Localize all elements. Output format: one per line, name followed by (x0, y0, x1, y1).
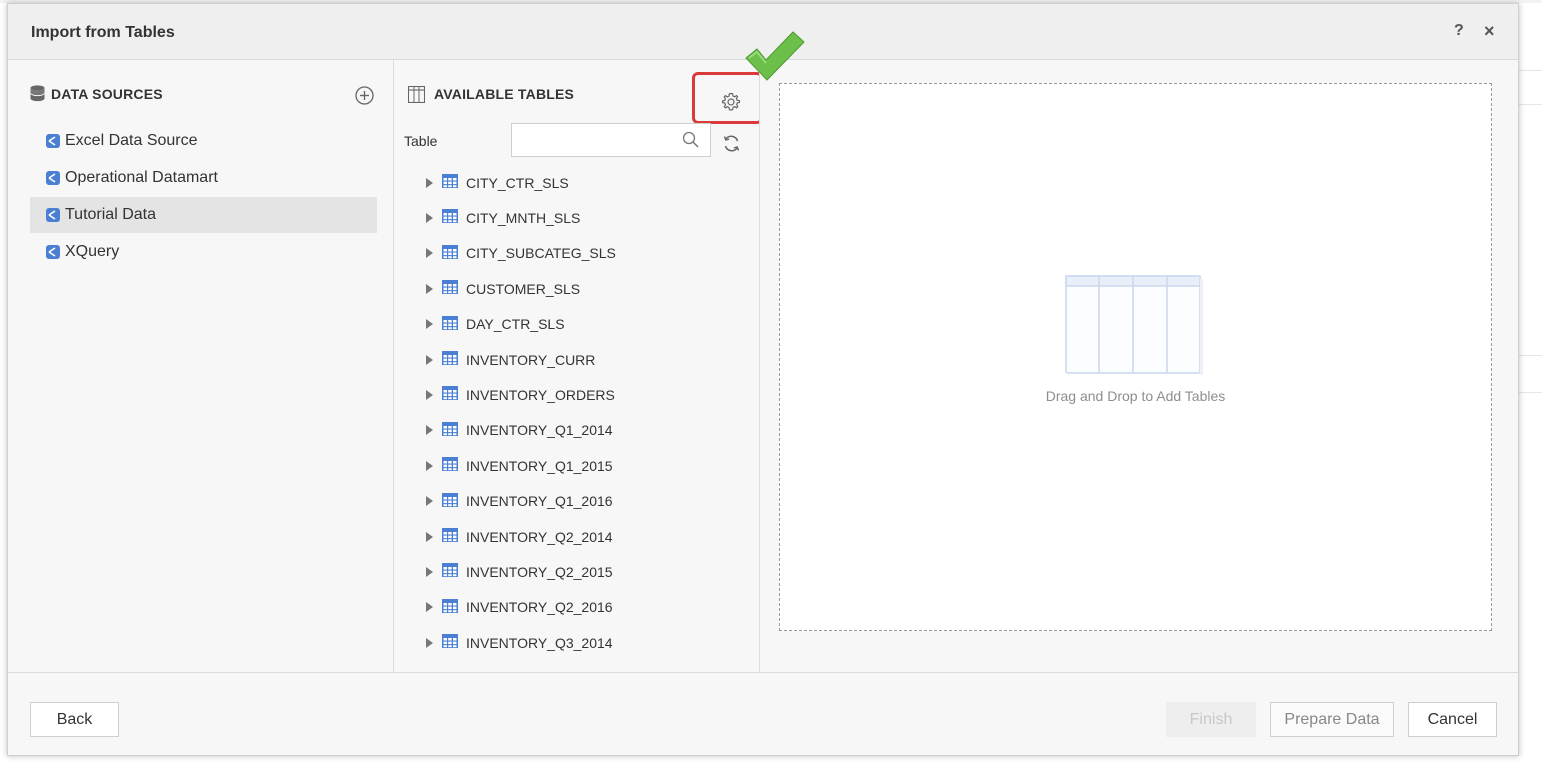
expand-arrow-icon[interactable] (426, 177, 433, 188)
table-icon (442, 457, 458, 474)
back-button[interactable]: Back (30, 702, 119, 737)
footer-divider (8, 672, 1518, 673)
expand-arrow-icon[interactable] (426, 283, 433, 294)
background-divider (1519, 355, 1542, 356)
table-name: INVENTORY_Q1_2015 (466, 457, 613, 474)
table-name: INVENTORY_ORDERS (466, 386, 615, 403)
table-icon (442, 492, 458, 510)
data-source-label: Tutorial Data (65, 206, 156, 223)
data-source-item-tutorial-data[interactable]: Tutorial Data (30, 197, 377, 233)
table-icon (442, 386, 458, 403)
expand-arrow-icon[interactable] (426, 531, 433, 542)
table-icon (442, 280, 458, 297)
help-button[interactable]: ? (1454, 22, 1464, 40)
table-name: INVENTORY_Q2_2016 (466, 599, 613, 616)
table-name: DAY_CTR_SLS (466, 316, 565, 333)
datasource-icon (46, 208, 60, 222)
data-source-label: Operational Datamart (65, 169, 218, 186)
table-row[interactable]: INVENTORY_Q2_2014 (394, 519, 759, 554)
available-tables-heading: AVAILABLE TABLES (434, 86, 575, 102)
data-source-label: XQuery (65, 243, 120, 260)
table-search-input[interactable] (511, 123, 711, 157)
table-name: CITY_CTR_SLS (466, 174, 569, 191)
table-row[interactable]: INVENTORY_Q3_2014 (394, 625, 759, 652)
expand-arrow-icon[interactable] (426, 602, 433, 613)
table-name: INVENTORY_Q1_2014 (466, 422, 613, 439)
data-sources-heading: DATA SOURCES (51, 86, 163, 102)
add-data-source-icon[interactable] (355, 86, 374, 110)
finish-button[interactable]: Finish (1166, 702, 1256, 737)
table-icon (442, 563, 458, 580)
table-icon (442, 174, 458, 191)
data-source-item-operational-datamart[interactable]: Operational Datamart (30, 160, 377, 196)
datasource-icon (46, 171, 60, 185)
expand-arrow-icon[interactable] (426, 354, 433, 365)
background-divider (1519, 70, 1542, 71)
expand-arrow-icon[interactable] (426, 460, 433, 471)
table-row[interactable]: DAY_CTR_SLS (394, 307, 759, 342)
table-name: INVENTORY_Q2_2015 (466, 563, 613, 580)
table-row[interactable]: INVENTORY_Q2_2015 (394, 554, 759, 589)
drop-zone-hint: Drag and Drop to Add Tables (1045, 388, 1226, 404)
expand-arrow-icon[interactable] (426, 425, 433, 436)
table-name: INVENTORY_CURR (466, 351, 596, 368)
expand-arrow-icon[interactable] (426, 637, 433, 648)
expand-arrow-icon[interactable] (426, 319, 433, 330)
expand-arrow-icon[interactable] (426, 212, 433, 223)
data-source-item-excel[interactable]: Excel Data Source (30, 123, 377, 159)
table-icon (442, 209, 458, 226)
background-divider (1519, 104, 1542, 105)
table-icon (442, 421, 458, 439)
table-icon (442, 598, 458, 616)
table-icon (442, 315, 458, 333)
available-tables-panel: AVAILABLE TABLES Table CITY_CTR_SLS CITY… (394, 60, 760, 672)
database-icon (30, 85, 45, 107)
prepare-data-button[interactable]: Prepare Data (1270, 702, 1394, 737)
table-row[interactable]: CITY_CTR_SLS (394, 165, 759, 200)
table-row[interactable]: INVENTORY_ORDERS (394, 377, 759, 412)
search-icon[interactable] (682, 131, 700, 154)
table-row[interactable]: INVENTORY_Q1_2014 (394, 413, 759, 448)
checkmark-icon (744, 30, 806, 87)
table-row[interactable]: INVENTORY_Q1_2015 (394, 448, 759, 483)
table-name: CUSTOMER_SLS (466, 280, 581, 297)
dialog-title: Import from Tables (31, 24, 175, 41)
close-button[interactable]: × (1484, 21, 1495, 42)
datasource-icon (46, 245, 60, 259)
table-row[interactable]: INVENTORY_Q2_2016 (394, 590, 759, 625)
expand-arrow-icon[interactable] (426, 389, 433, 400)
import-from-tables-dialog: Import from Tables ? × DATA SOURCES Exce… (7, 3, 1519, 756)
datasource-icon (46, 134, 60, 148)
table-row[interactable]: CITY_SUBCATEG_SLS (394, 236, 759, 271)
table-search-label: Table (404, 133, 438, 149)
table-icon (442, 244, 458, 262)
table-row[interactable]: CUSTOMER_SLS (394, 271, 759, 306)
table-icon (442, 528, 458, 545)
data-sources-panel: DATA SOURCES Excel Data Source Operation… (8, 60, 394, 672)
table-name: CITY_MNTH_SLS (466, 209, 581, 226)
table-drop-zone[interactable]: Drag and Drop to Add Tables (779, 83, 1492, 631)
cancel-button[interactable]: Cancel (1408, 702, 1497, 737)
empty-table-illustration (1065, 275, 1203, 380)
table-name: INVENTORY_Q1_2016 (466, 493, 613, 510)
table-icon (442, 351, 458, 368)
refresh-icon[interactable] (722, 134, 741, 158)
expand-arrow-icon[interactable] (426, 566, 433, 577)
data-source-item-xquery[interactable]: XQuery (30, 234, 377, 270)
data-source-label: Excel Data Source (65, 132, 198, 149)
background-divider (1519, 392, 1542, 393)
table-icon (442, 634, 458, 651)
table-grid-icon (407, 85, 426, 108)
expand-arrow-icon[interactable] (426, 496, 433, 507)
table-name: INVENTORY_Q3_2014 (466, 634, 613, 651)
table-row[interactable]: CITY_MNTH_SLS (394, 200, 759, 235)
table-name: CITY_SUBCATEG_SLS (466, 245, 616, 262)
table-name: INVENTORY_Q2_2014 (466, 528, 613, 545)
table-row[interactable]: INVENTORY_Q1_2016 (394, 484, 759, 519)
gear-icon[interactable] (721, 92, 741, 117)
expand-arrow-icon[interactable] (426, 248, 433, 259)
table-tree: CITY_CTR_SLS CITY_MNTH_SLS CITY_SUBCATEG_S… (394, 165, 759, 652)
table-row[interactable]: INVENTORY_CURR (394, 342, 759, 377)
